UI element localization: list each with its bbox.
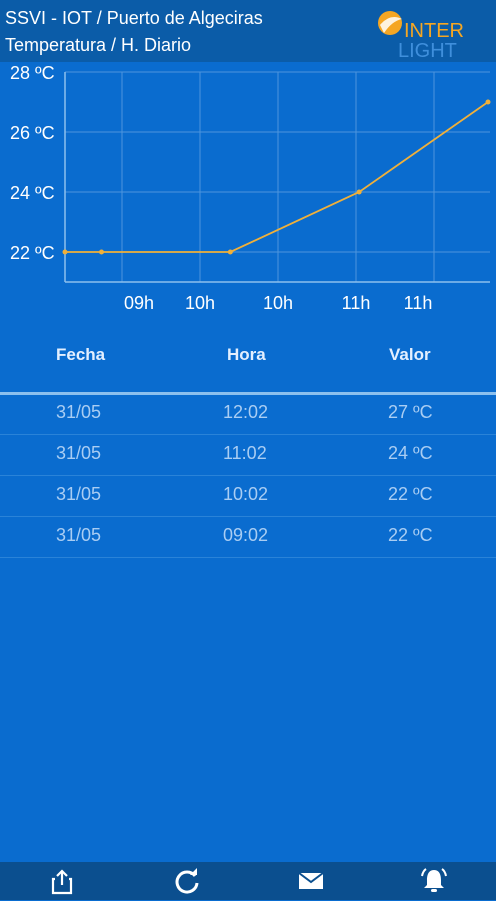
x-tick-label: 11h	[342, 293, 371, 313]
cell-fecha: 31/05	[56, 402, 102, 422]
readings-table: Fecha Hora Valor	[0, 335, 496, 391]
x-tick-label: 11h	[404, 293, 433, 313]
cell-fecha: 31/05	[56, 443, 102, 463]
data-point	[485, 99, 491, 105]
bottom-toolbar	[0, 862, 496, 900]
y-tick-label: 26 ºC	[10, 123, 55, 143]
temperature-chart: 28 ºC 26 ºC 24 ºC 22 ºC 09h 10h 10h 11h 11h	[0, 62, 496, 322]
cell-valor: 22 ºC	[388, 525, 433, 545]
cell-valor: 22 ºC	[388, 484, 433, 504]
cell-valor: 24 ºC	[388, 443, 433, 463]
chart-svg: 28 ºC 26 ºC 24 ºC 22 ºC 09h 10h 10h 11h 11h	[10, 63, 491, 313]
app-title: SSVI - IOT / Puerto de Algeciras	[5, 8, 263, 28]
y-tick-label: 22 ºC	[10, 243, 55, 263]
table-row: 31/05 12:02 27 ºC	[0, 393, 496, 435]
table-row: 31/05 10:02 22 ºC	[0, 475, 496, 517]
series-line	[65, 101, 489, 253]
cell-fecha: 31/05	[56, 484, 102, 504]
cell-hora: 10:02	[223, 484, 269, 504]
column-header-hora: Hora	[227, 345, 266, 364]
share-icon	[51, 869, 73, 895]
logo-text-bottom: LIGHT	[398, 40, 457, 59]
x-tick-label: 10h	[185, 293, 215, 313]
data-point	[227, 249, 233, 255]
x-tick-label: 10h	[263, 293, 293, 313]
table-row: 31/05 09:02 22 ºC	[0, 516, 496, 558]
data-point	[356, 189, 362, 195]
cell-hora: 11:02	[223, 443, 267, 463]
app-header: SSVI - IOT / Puerto de Algeciras Tempera…	[0, 0, 496, 62]
mail-icon	[298, 872, 324, 889]
data-point	[62, 249, 68, 255]
refresh-button[interactable]	[171, 866, 203, 896]
table-header: Fecha Hora Valor	[0, 335, 496, 391]
column-header-valor: Valor	[389, 345, 431, 364]
y-tick-label: 28 ºC	[10, 63, 55, 83]
alarm-bell-icon	[421, 868, 447, 892]
column-header-fecha: Fecha	[56, 345, 106, 364]
y-tick-label: 24 ºC	[10, 183, 55, 203]
cell-hora: 09:02	[223, 525, 269, 545]
data-point	[99, 249, 105, 255]
share-button[interactable]	[46, 866, 78, 896]
cell-hora: 12:02	[223, 402, 269, 422]
cell-valor: 27 ºC	[388, 402, 433, 422]
mail-button[interactable]	[295, 866, 327, 896]
page-subtitle: Temperatura / H. Diario	[5, 35, 192, 55]
cell-fecha: 31/05	[56, 525, 102, 545]
logo-text-top: INTER	[404, 20, 464, 42]
refresh-icon	[175, 868, 199, 894]
alarm-button[interactable]	[418, 866, 450, 896]
x-tick-label: 09h	[124, 293, 154, 313]
interlight-logo: INTER LIGHT	[374, 5, 494, 62]
table-row: 31/05 11:02 24 ºC	[0, 434, 496, 476]
